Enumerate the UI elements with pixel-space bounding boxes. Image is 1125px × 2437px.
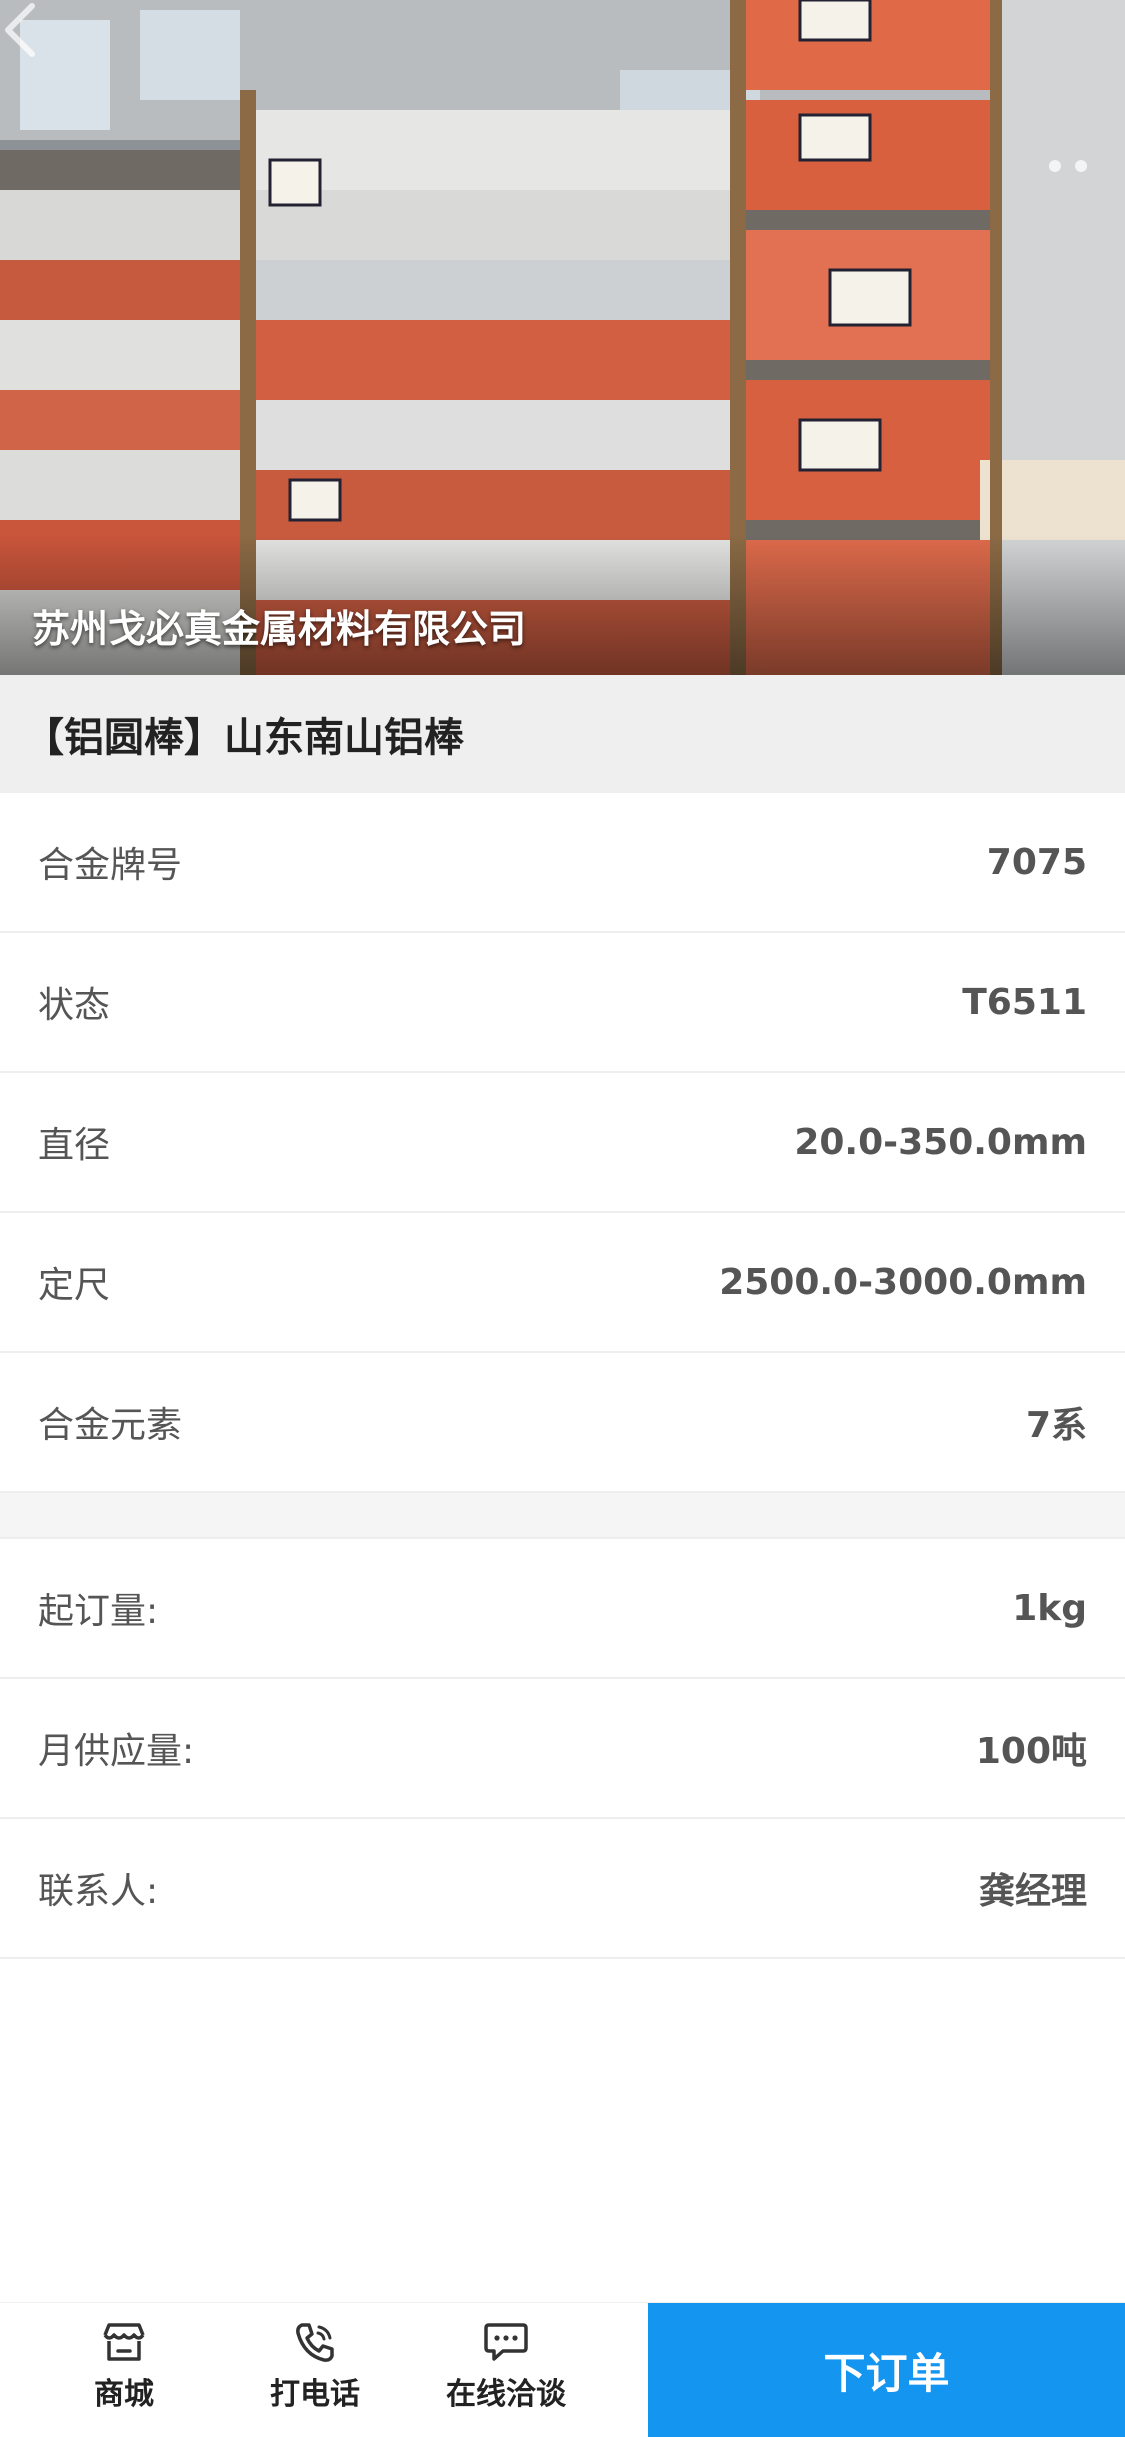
spec-value: 2500.0-3000.0mm (719, 1261, 1087, 1303)
spec-label: 状态 (38, 985, 111, 1026)
spec-value: 7075 (986, 841, 1087, 883)
product-image-carousel[interactable]: 苏州戈必真金属材料有限公司 (0, 0, 1125, 675)
spec-label: 合金元素 (38, 1405, 183, 1446)
spec-value: T6511 (962, 981, 1087, 1023)
spec-row-temper: 状态 T6511 (0, 933, 1125, 1073)
spec-row-alloy-element: 合金元素 7系 (0, 1353, 1125, 1493)
spec-label: 直径 (38, 1125, 111, 1166)
spec-row-alloy-grade: 合金牌号 7075 (0, 793, 1125, 933)
shop-icon (103, 2323, 145, 2361)
chat-icon (484, 2323, 528, 2361)
info-row-contact: 联系人: 龚经理 (0, 1819, 1125, 1959)
nav-call-button[interactable]: 打电话 (235, 2321, 395, 2413)
spec-row-fixed-length: 定尺 2500.0-3000.0mm (0, 1213, 1125, 1353)
spec-row-diameter: 直径 20.0-350.0mm (0, 1073, 1125, 1213)
spec-list: 合金牌号 7075 状态 T6511 直径 20.0-350.0mm 定尺 25… (0, 793, 1125, 1959)
section-divider (0, 1493, 1125, 1539)
info-value: 龚经理 (978, 1871, 1087, 1912)
phone-icon (296, 2323, 334, 2362)
info-value: 100吨 (975, 1731, 1087, 1772)
spec-value: 7系 (1025, 1405, 1087, 1446)
spec-value: 20.0-350.0mm (794, 1121, 1087, 1163)
carousel-dot (1049, 160, 1061, 172)
info-row-monthly-supply: 月供应量: 100吨 (0, 1679, 1125, 1819)
info-label: 联系人: (38, 1871, 159, 1912)
nav-call-label: 打电话 (270, 2377, 360, 2412)
product-title: 【铝圆棒】山东南山铝棒 (0, 675, 1125, 793)
back-chevron-icon[interactable] (0, 0, 40, 60)
carousel-dot (1075, 160, 1087, 172)
info-label: 起订量: (38, 1591, 159, 1632)
company-name: 苏州戈必真金属材料有限公司 (32, 607, 527, 651)
info-row-min-order: 起订量: 1kg (0, 1539, 1125, 1679)
info-label: 月供应量: (38, 1731, 195, 1772)
nav-shop-label: 商城 (94, 2377, 154, 2412)
nav-chat-label: 在线洽谈 (446, 2377, 566, 2412)
bottom-action-bar: 商城 打电话 在线洽谈 下订单 (0, 2302, 1125, 2437)
place-order-button[interactable]: 下订单 (648, 2303, 1125, 2437)
nav-chat-button[interactable]: 在线洽谈 (426, 2321, 586, 2413)
spec-label: 合金牌号 (38, 845, 183, 886)
info-value: 1kg (1012, 1587, 1087, 1629)
spec-label: 定尺 (38, 1265, 111, 1306)
nav-shop-button[interactable]: 商城 (44, 2321, 204, 2413)
carousel-dots (1049, 160, 1087, 172)
